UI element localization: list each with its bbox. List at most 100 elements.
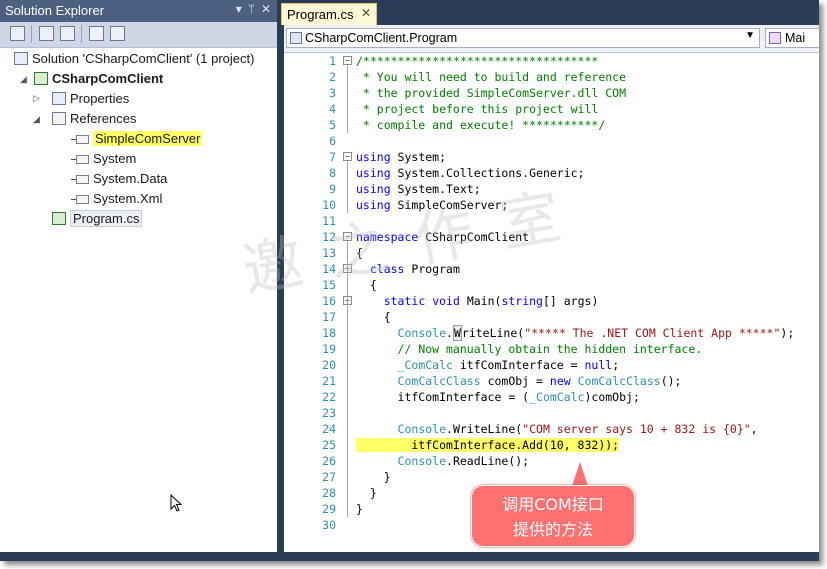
line-number: 22 <box>322 390 336 404</box>
line-number: 2 <box>329 70 336 84</box>
line-number: 23 <box>322 406 336 420</box>
code-line[interactable]: * You will need to build and reference <box>356 69 626 85</box>
code-line[interactable]: /********************************** <box>356 53 598 69</box>
line-number: 26 <box>322 454 336 468</box>
tab-program-cs[interactable]: Program.cs ✕ <box>281 3 377 25</box>
properties-icon[interactable] <box>10 26 25 41</box>
code-line[interactable]: _ComCalc itfComInterface = null; <box>356 357 620 373</box>
tree-item-references[interactable]: References <box>52 109 136 128</box>
dropdown-icon[interactable]: ▾ <box>236 2 242 16</box>
tree-item-reference[interactable]: System <box>71 149 137 168</box>
line-number: 20 <box>322 358 336 372</box>
code-line[interactable]: ComCalcClass comObj = new ComCalcClass()… <box>356 373 682 389</box>
code-line[interactable]: } <box>356 469 391 485</box>
code-line[interactable]: { <box>356 309 391 325</box>
class-diagram-icon[interactable] <box>110 26 125 41</box>
line-number: 30 <box>322 518 336 532</box>
tab-close-icon[interactable]: ✕ <box>361 6 371 20</box>
line-number: 28 <box>322 486 336 500</box>
code-line[interactable]: * the provided SimpleComServer.dll COM <box>356 85 626 101</box>
solution-icon <box>14 52 28 66</box>
line-number: 7 <box>329 150 336 164</box>
line-number: 29 <box>322 502 336 516</box>
code-line[interactable]: Console.ReadLine(); <box>356 453 530 469</box>
collapse-arrow-icon[interactable]: ◢ <box>20 74 27 85</box>
line-number: 9 <box>329 182 336 196</box>
type-dropdown-label: CSharpComClient.Program <box>305 31 458 45</box>
line-number: 21 <box>322 374 336 388</box>
method-icon <box>769 32 781 44</box>
reference-icon <box>71 135 89 145</box>
reference-icon <box>71 155 89 165</box>
reference-label: System.Data <box>93 171 168 186</box>
member-dropdown-label: Mai <box>785 31 806 45</box>
callout-pointer <box>572 462 588 486</box>
annotation-callout: 调用COM接口 提供的方法 <box>471 485 635 547</box>
tree-item-file[interactable]: Program.cs <box>52 209 143 228</box>
solution-explorer-titlebar: Solution Explorer ▾ ᛘ ✕ <box>0 0 277 22</box>
line-number: 6 <box>329 134 336 148</box>
references-label: References <box>70 111 137 126</box>
reference-label: System.Xml <box>93 191 163 206</box>
code-line[interactable]: static void Main(string[] args) <box>356 293 599 309</box>
line-number: 1 <box>329 54 336 68</box>
code-line[interactable]: using System; <box>356 149 446 165</box>
view-code-icon[interactable] <box>89 26 104 41</box>
line-number: 4 <box>329 102 336 116</box>
line-number: 3 <box>329 86 336 100</box>
member-dropdown[interactable]: Mai <box>765 28 819 48</box>
pin-icon[interactable]: ᛘ <box>248 2 255 16</box>
properties-label: Properties <box>70 91 130 106</box>
code-line[interactable]: Console.WriteLine("***** The .NET COM Cl… <box>356 325 794 341</box>
code-line[interactable]: // Now manually obtain the hidden interf… <box>356 341 703 357</box>
class-icon <box>290 32 302 44</box>
chevron-down-icon: ▼ <box>745 30 755 41</box>
reference-label: SimpleComServer <box>93 131 203 146</box>
mouse-cursor-icon <box>170 494 182 512</box>
line-number: 19 <box>322 342 336 356</box>
navigation-bar: CSharpComClient.Program ▼ Mai <box>284 25 819 53</box>
tree-item-reference[interactable]: System.Xml <box>71 189 163 208</box>
code-line[interactable]: itfComInterface = (_ComCalc)comObj; <box>356 389 640 405</box>
code-line[interactable]: } <box>356 485 377 501</box>
line-number: 17 <box>322 310 336 324</box>
show-all-files-icon[interactable] <box>39 26 54 41</box>
reference-icon <box>71 175 89 185</box>
solution-explorer-panel: Solution Explorer ▾ ᛘ ✕ Solution 'CSharp… <box>0 0 277 552</box>
code-line[interactable]: * project before this project will <box>356 101 598 117</box>
solution-explorer-title: Solution Explorer <box>5 3 104 18</box>
code-line[interactable]: Console.WriteLine("COM server says 10 + … <box>356 421 758 437</box>
outline-guide <box>347 65 348 133</box>
properties-folder-icon <box>52 92 66 106</box>
collapse-toggle-icon[interactable]: − <box>343 152 352 161</box>
solution-explorer-toolbar <box>0 22 277 48</box>
refresh-icon[interactable] <box>60 26 75 41</box>
line-number: 27 <box>322 470 336 484</box>
expand-arrow-icon[interactable]: ▷ <box>33 93 40 104</box>
tree-item-reference[interactable]: SimpleComServer <box>71 129 203 148</box>
reference-label: System <box>93 151 137 166</box>
csharp-file-icon <box>52 212 66 226</box>
tree-item-reference[interactable]: System.Data <box>71 169 168 188</box>
tree-item-solution[interactable]: Solution 'CSharpComClient' (1 project) <box>14 49 254 68</box>
line-number: 18 <box>322 326 336 340</box>
editor-tab-bar: Program.cs ✕ <box>279 0 819 25</box>
tree-item-project[interactable]: CSharpComClient <box>34 69 163 88</box>
close-icon[interactable]: ✕ <box>261 2 271 16</box>
line-number: 8 <box>329 166 336 180</box>
collapse-arrow-icon[interactable]: ◢ <box>33 114 40 125</box>
tree-item-properties[interactable]: Properties <box>52 89 129 108</box>
project-label: CSharpComClient <box>52 71 164 86</box>
csharp-project-icon <box>34 72 48 86</box>
references-folder-icon <box>52 112 66 126</box>
line-number: 5 <box>329 118 336 132</box>
outline-guide <box>347 305 348 485</box>
tab-label: Program.cs <box>287 7 354 22</box>
file-label: Program.cs <box>70 210 143 227</box>
code-line[interactable]: * compile and execute! ***********/ <box>356 117 605 133</box>
toolbar-separator <box>81 25 82 43</box>
code-line[interactable]: } <box>356 501 363 517</box>
collapse-toggle-icon[interactable]: − <box>343 56 352 65</box>
code-line[interactable]: itfComInterface.Add(10, 832)); <box>356 437 620 453</box>
type-dropdown[interactable]: CSharpComClient.Program ▼ <box>286 28 760 48</box>
